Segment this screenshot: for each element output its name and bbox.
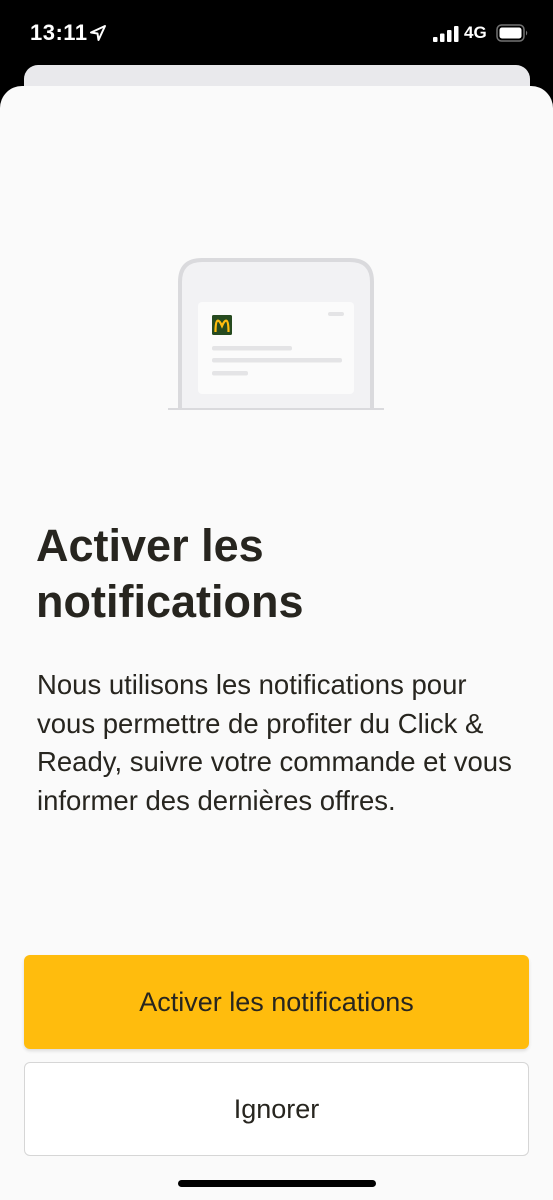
battery-icon <box>496 24 528 42</box>
home-indicator <box>178 1180 376 1187</box>
network-label: 4G <box>464 23 487 42</box>
status-bar: 13:11 4G <box>0 0 553 62</box>
sheet-title: Activer les notifications <box>36 520 304 627</box>
enable-notifications-button[interactable]: Activer les notifications <box>24 955 529 1049</box>
location-arrow-icon <box>90 25 106 41</box>
status-time: 13:11 <box>30 20 88 45</box>
cellular-signal-icon <box>433 26 459 42</box>
sheet-description: Nous utilisons les notifications pour vo… <box>37 669 512 816</box>
notification-permission-sheet: Activer les notifications Nous utilisons… <box>0 86 553 1200</box>
phone-notification-illustration <box>168 258 384 410</box>
mcdonalds-logo-icon <box>212 315 232 335</box>
ignore-button[interactable]: Ignorer <box>24 1062 529 1156</box>
